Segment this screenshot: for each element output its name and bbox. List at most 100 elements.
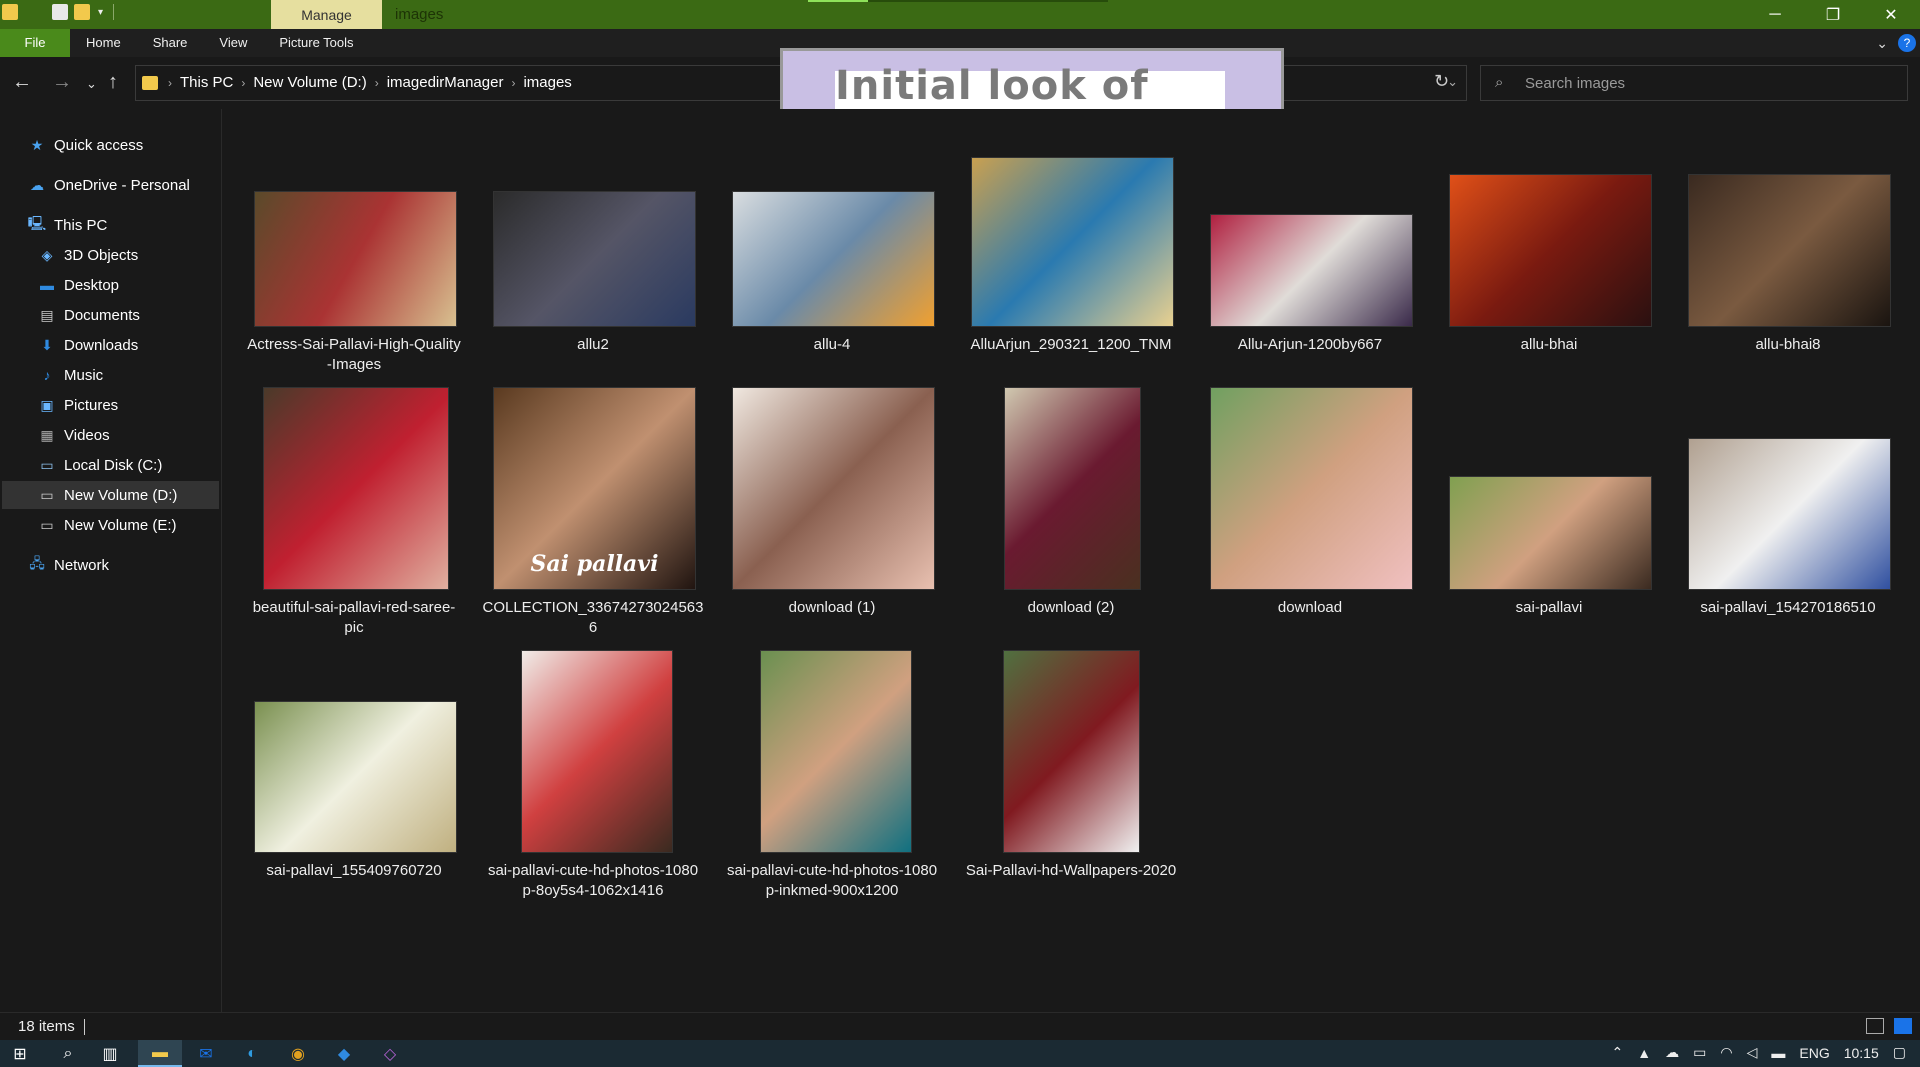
image-thumbnail[interactable] (1688, 438, 1891, 590)
sidebar-item-label: 3D Objects (64, 246, 139, 264)
crumb-imagedirmanager[interactable]: imagedirManager (387, 74, 504, 91)
file-explorer-icon[interactable]: ▬ (138, 1040, 182, 1067)
windows-start-icon[interactable]: ⊞ (10, 1044, 30, 1064)
tab-file[interactable]: File (0, 29, 70, 57)
sidebar-item-label: New Volume (E:) (64, 516, 177, 534)
drive-icon: ▭ (40, 486, 54, 503)
image-thumbnail[interactable] (732, 387, 935, 590)
back-arrow-icon[interactable]: ← (12, 71, 32, 94)
sidebar-item-3d-objects[interactable]: ◈ 3D Objects (38, 241, 139, 269)
refresh-icon[interactable]: ↻ (1434, 71, 1449, 92)
drive-icon: ▭ (40, 516, 54, 533)
chevron-right-icon[interactable]: › (168, 76, 172, 90)
sidebar-item-new-volume-d[interactable]: ▭ New Volume (D:) (2, 481, 219, 509)
new-folder-icon[interactable] (74, 4, 90, 20)
image-thumbnail[interactable] (760, 650, 912, 853)
image-thumbnail[interactable] (732, 191, 935, 327)
sidebar-item-network[interactable]: 🖧 Network (28, 551, 109, 579)
tab-picture-tools[interactable]: Picture Tools (263, 29, 369, 57)
details-view-icon[interactable] (1866, 1018, 1884, 1034)
sidebar-item-label: OneDrive - Personal (54, 176, 190, 194)
tab-manage[interactable]: Manage (271, 0, 382, 29)
star-icon: ★ (30, 136, 44, 153)
folder-icon[interactable] (2, 4, 18, 20)
maximize-button[interactable]: ❐ (1804, 0, 1862, 29)
device-icon[interactable]: ▭ (1693, 1044, 1706, 1061)
search-box[interactable]: ⌕ (1480, 65, 1908, 101)
docker-icon[interactable]: ▲ (1637, 1045, 1651, 1061)
divider (84, 1019, 85, 1035)
search-input[interactable] (1525, 72, 1885, 94)
minimize-button[interactable]: ─ (1746, 0, 1804, 29)
image-thumbnail[interactable] (1688, 174, 1891, 327)
up-arrow-icon[interactable]: ↑ (108, 71, 118, 94)
sidebar-item-label: Network (54, 556, 110, 574)
search-icon[interactable]: ⌕ (58, 1044, 78, 1064)
chevron-right-icon[interactable]: › (241, 76, 245, 90)
volume-icon[interactable]: ◁ (1747, 1044, 1758, 1061)
image-thumbnail[interactable] (1210, 387, 1413, 590)
image-thumbnail[interactable] (1449, 174, 1652, 327)
sidebar-item-local-disk-c[interactable]: ▭ Local Disk (C:) (38, 451, 162, 479)
recent-locations-icon[interactable]: ⌄ (86, 76, 97, 92)
image-thumbnail[interactable] (263, 387, 449, 590)
image-thumbnail[interactable] (1449, 476, 1652, 590)
image-thumbnail[interactable] (1210, 214, 1413, 327)
crumb-images[interactable]: images (523, 74, 571, 91)
large-icons-view-icon[interactable] (1894, 1018, 1912, 1034)
sidebar-item-this-pc[interactable]: 🖳 This PC (28, 211, 108, 239)
file-name: sai-pallavi (1515, 599, 1583, 616)
folder-icon (142, 75, 158, 90)
tab-view[interactable]: View (203, 29, 263, 57)
file-name: allu-4 (813, 336, 851, 353)
help-icon[interactable]: ? (1898, 34, 1916, 52)
image-thumbnail[interactable] (1003, 650, 1140, 853)
tab-home[interactable]: Home (70, 29, 137, 57)
sidebar-item-new-volume-e[interactable]: ▭ New Volume (E:) (38, 511, 177, 539)
expand-ribbon-icon[interactable]: ⌄ (1876, 35, 1888, 52)
sidebar-item-onedrive[interactable]: ☁ OneDrive - Personal (28, 171, 190, 199)
quick-access-toolbar: ▾ (0, 4, 115, 20)
image-thumbnail[interactable] (1004, 387, 1141, 590)
file-name: allu-bhai8 (1755, 336, 1821, 353)
mail-icon[interactable]: ✉ (196, 1044, 216, 1064)
forward-arrow-icon[interactable]: → (52, 71, 72, 94)
wifi-icon[interactable]: ◠ (1720, 1044, 1732, 1061)
customize-toolbar-icon[interactable]: ▾ (98, 7, 103, 18)
chevron-right-icon[interactable]: › (375, 76, 379, 90)
image-thumbnail[interactable] (971, 157, 1174, 327)
sidebar-item-quick-access[interactable]: ★ Quick access (28, 131, 143, 159)
sidebar-item-videos[interactable]: ▦ Videos (38, 421, 109, 449)
notifications-icon[interactable]: ▢ (1893, 1044, 1906, 1061)
app-icon[interactable]: ◇ (380, 1044, 400, 1064)
image-thumbnail[interactable]: Sai pallavi (493, 387, 696, 590)
tab-share[interactable]: Share (137, 29, 204, 57)
battery-icon[interactable]: ▬ (1771, 1045, 1785, 1061)
task-view-icon[interactable]: ▥ (100, 1044, 120, 1064)
language-indicator[interactable]: ENG (1799, 1045, 1829, 1061)
image-thumbnail[interactable] (521, 650, 673, 853)
progress-track (868, 0, 1108, 2)
image-thumbnail[interactable] (493, 191, 696, 327)
sidebar-item-desktop[interactable]: ▬ Desktop (38, 271, 119, 299)
file-name: download (1277, 599, 1343, 616)
chevron-right-icon[interactable]: › (511, 76, 515, 90)
clock[interactable]: 10:15 (1844, 1045, 1879, 1061)
sidebar-item-pictures[interactable]: ▣ Pictures (38, 391, 118, 419)
progress-indicator (808, 0, 868, 2)
crumb-new-volume-d[interactable]: New Volume (D:) (253, 74, 366, 91)
edge-icon[interactable]: ◐ (242, 1044, 262, 1064)
image-thumbnail[interactable] (254, 701, 457, 853)
crumb-this-pc[interactable]: This PC (180, 74, 233, 91)
chrome-icon[interactable]: ◉ (288, 1044, 308, 1064)
chevron-up-icon[interactable]: ⌃ (1612, 1044, 1624, 1061)
sidebar-item-downloads[interactable]: ⬇ Downloads (38, 331, 138, 359)
properties-icon[interactable] (52, 4, 68, 20)
onedrive-icon[interactable]: ☁ (1665, 1044, 1679, 1061)
image-thumbnail[interactable] (254, 191, 457, 327)
vscode-icon[interactable]: ◆ (334, 1044, 354, 1064)
close-button[interactable]: ✕ (1862, 0, 1920, 29)
sidebar-item-documents[interactable]: ▤ Documents (38, 301, 140, 329)
sidebar-item-music[interactable]: ♪ Music (38, 361, 104, 389)
documents-icon: ▤ (40, 306, 54, 323)
